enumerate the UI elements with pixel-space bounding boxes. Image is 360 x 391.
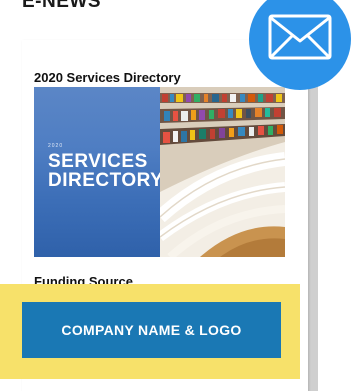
cover-year: 2020 (48, 143, 64, 149)
library-bookshelves-illustration (155, 87, 285, 257)
cover-title-line2: DIRECTORY (48, 170, 164, 191)
envelope-icon (268, 14, 332, 65)
directory-hero: 2020 SERVICES DIRECTORY (34, 87, 285, 257)
company-name-logo-button[interactable]: COMPANY NAME & LOGO (22, 302, 281, 358)
enews-title: E-NEWS (22, 0, 101, 12)
directory-cover: 2020 SERVICES DIRECTORY (34, 87, 164, 257)
directory-heading: 2020 Services Directory (34, 70, 181, 85)
library-photo (155, 87, 285, 257)
